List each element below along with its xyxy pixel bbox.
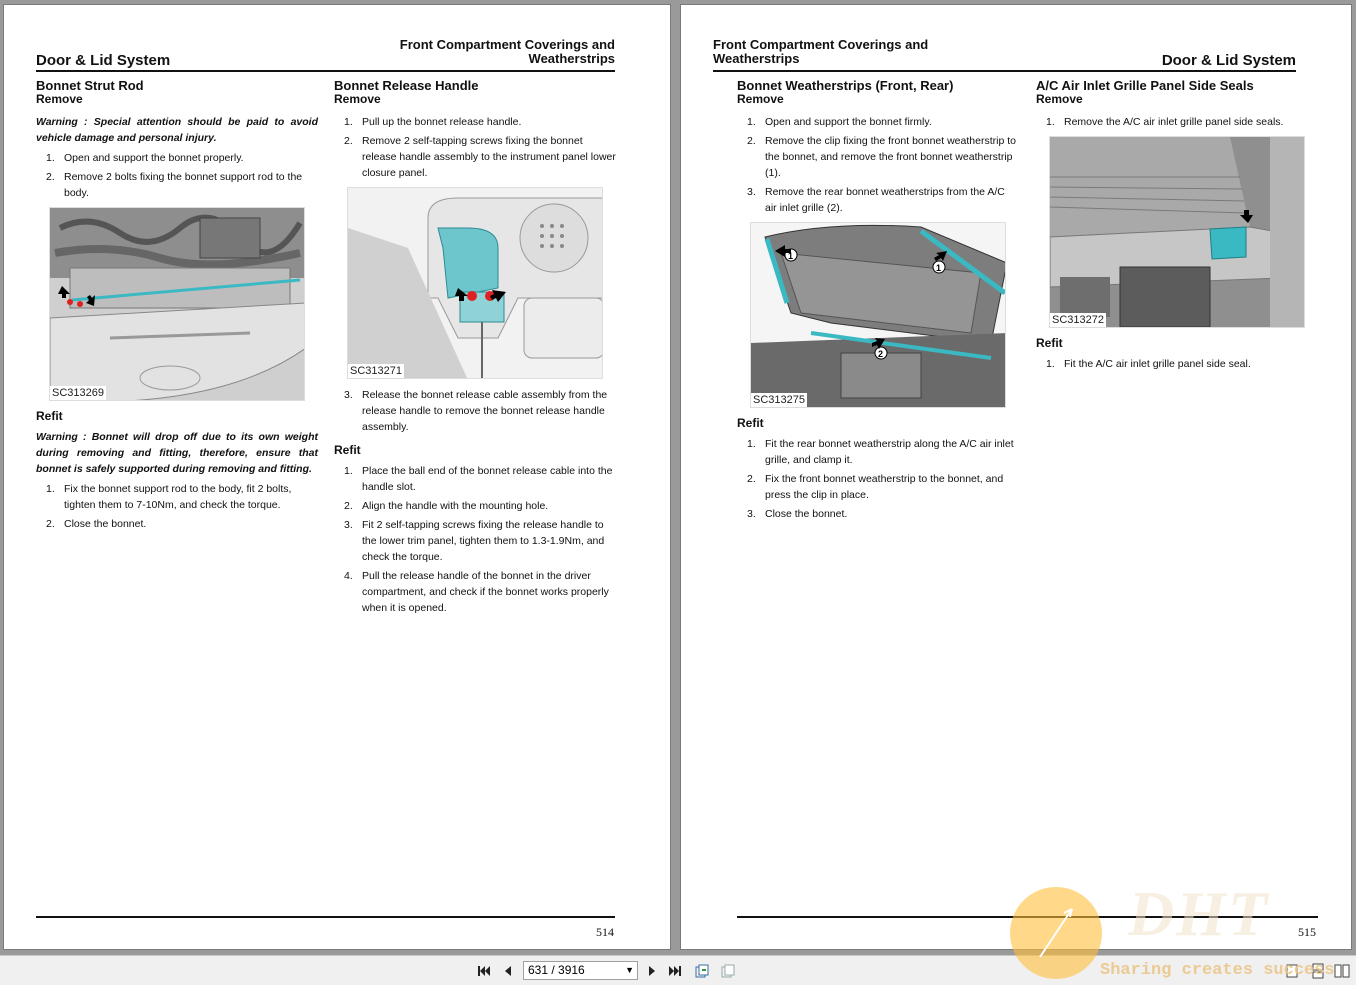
list-item: 1. Fit the A/C air inlet grille panel sid… [1046, 358, 1251, 370]
figure-caption: SC313269 [50, 386, 106, 400]
engine-bay-illustration [50, 208, 304, 400]
figure-weatherstrips: 1 1 2 SC313275 [750, 222, 1006, 408]
viewer-toolbar: 631 / 3916 ▼ [0, 955, 1356, 985]
remove-steps: 1. Open and support the bonnet firmly. 2.… [737, 114, 1019, 216]
list-item: 1. Place the ball end of the bonnet relea… [344, 465, 613, 493]
refit-heading: Refit [1036, 336, 1063, 350]
go-forward-icon[interactable] [720, 963, 736, 979]
remove-steps: 1. Remove the A/C air inlet grille panel … [1036, 114, 1318, 130]
procedure-title: Bonnet Weatherstrips (Front, Rear) [737, 78, 954, 93]
list-item: 1. Remove the A/C air inlet grille panel … [1046, 116, 1284, 128]
figure-caption: SC313272 [1050, 313, 1106, 327]
last-page-icon[interactable] [667, 963, 683, 979]
procedure-title: Bonnet Release Handle [334, 78, 479, 93]
first-page-icon[interactable] [476, 963, 492, 979]
svg-text:1: 1 [936, 263, 941, 273]
procedure-subtitle: Remove [36, 92, 83, 106]
column-bonnet-strut-rod: Bonnet Strut Rod Remove Warning : Specia… [36, 79, 318, 535]
procedure-subtitle: Remove [334, 92, 381, 106]
bonnet-illustration: 1 1 2 [751, 223, 1005, 407]
figure-caption: SC313271 [348, 364, 404, 378]
page-number: 514 [596, 925, 614, 939]
document-page-right: Front Compartment Coverings and Weathers… [680, 4, 1352, 950]
figure-strut-rod: SC313269 [49, 207, 305, 401]
page-header: Front Compartment Coverings and Weathers… [713, 37, 1296, 72]
inlet-grille-illustration [1050, 137, 1304, 327]
refit-steps: 1. Fit the rear bonnet weatherstrip along… [737, 436, 1019, 522]
section-title: Door & Lid System [36, 52, 171, 69]
facing-icon[interactable] [1334, 963, 1350, 979]
list-item: 1. Open and support the bonnet properly. [46, 152, 244, 164]
list-item: 2. Fix the front bonnet weatherstrip to t… [747, 473, 1004, 501]
page-number: 515 [1298, 925, 1316, 939]
warning-text: Warning : Special attention should be pa… [36, 116, 318, 144]
refit-heading: Refit [737, 416, 764, 430]
list-item: 4. Pull the release handle of the bonnet … [344, 570, 609, 614]
list-item: 3. Remove the rear bonnet weatherstrips f… [747, 186, 1005, 214]
chevron-down-icon[interactable]: ▼ [625, 962, 634, 979]
single-page-icon[interactable] [1284, 963, 1300, 979]
release-handle-illustration [348, 188, 602, 378]
remove-steps: 1. Pull up the bonnet release handle. 2. R… [334, 114, 616, 181]
figure-side-seals: SC313272 [1049, 136, 1305, 328]
go-back-icon[interactable] [694, 963, 710, 979]
list-item: 2. Remove 2 self-tapping screws fixing th… [344, 135, 616, 179]
document-page-left: Front Compartment Coverings and Weathers… [3, 4, 671, 950]
list-item: 1. Open and support the bonnet firmly. [747, 116, 932, 128]
procedure-subtitle: Remove [1036, 92, 1083, 106]
column-bonnet-release-handle: Bonnet Release Handle Remove 1. Pull up t… [334, 79, 616, 619]
list-item: 3. Close the bonnet. [747, 508, 848, 520]
refit-steps: 1. Place the ball end of the bonnet relea… [334, 463, 616, 616]
page-header: Front Compartment Coverings and Weathers… [36, 37, 615, 72]
list-item: 3. Release the bonnet release cable assem… [344, 389, 608, 433]
prev-page-icon[interactable] [500, 963, 516, 979]
column-bonnet-weatherstrips: Bonnet Weatherstrips (Front, Rear) Remov… [737, 79, 1019, 525]
page-number-input[interactable]: 631 / 3916 ▼ [523, 961, 638, 980]
procedure-title: A/C Air Inlet Grille Panel Side Seals [1036, 78, 1254, 93]
chapter-title: Front Compartment Coverings and Weathers… [713, 37, 929, 66]
procedure-subtitle: Remove [737, 92, 784, 106]
list-item: 2. Remove 2 bolts fixing the bonnet suppo… [46, 171, 303, 199]
refit-steps: 1. Fix the bonnet support rod to the body… [36, 481, 318, 532]
continuous-icon[interactable] [1310, 963, 1326, 979]
warning-text: Warning : Bonnet will drop off due to it… [36, 431, 318, 475]
column-ac-inlet-seals: A/C Air Inlet Grille Panel Side Seals Re… [1036, 79, 1318, 375]
list-item: 1. Pull up the bonnet release handle. [344, 116, 522, 128]
next-page-icon[interactable] [644, 963, 660, 979]
refit-steps: 1. Fit the A/C air inlet grille panel sid… [1036, 356, 1318, 372]
chapter-title: Front Compartment Coverings and Weathers… [399, 37, 615, 66]
refit-heading: Refit [36, 409, 63, 423]
footer-rule [36, 916, 615, 918]
remove-steps: 1. Open and support the bonnet properly. … [36, 150, 318, 201]
figure-caption: SC313275 [751, 393, 807, 407]
list-item: 2. Close the bonnet. [46, 518, 147, 530]
footer-rule [737, 916, 1318, 918]
list-item: 3. Fit 2 self-tapping screws fixing the r… [344, 519, 605, 563]
remove-steps-continued: 3. Release the bonnet release cable assem… [334, 387, 616, 435]
list-item: 2. Remove the clip fixing the front bonne… [747, 135, 1016, 179]
section-title: Door & Lid System [1161, 52, 1296, 69]
procedure-title: Bonnet Strut Rod [36, 78, 144, 93]
svg-text:2: 2 [878, 349, 883, 359]
list-item: 1. Fit the rear bonnet weatherstrip along… [747, 438, 1014, 466]
figure-release-handle: SC313271 [347, 187, 603, 379]
list-item: 1. Fix the bonnet support rod to the body… [46, 483, 292, 511]
list-item: 2. Align the handle with the mounting hol… [344, 500, 549, 512]
refit-heading: Refit [334, 443, 361, 457]
